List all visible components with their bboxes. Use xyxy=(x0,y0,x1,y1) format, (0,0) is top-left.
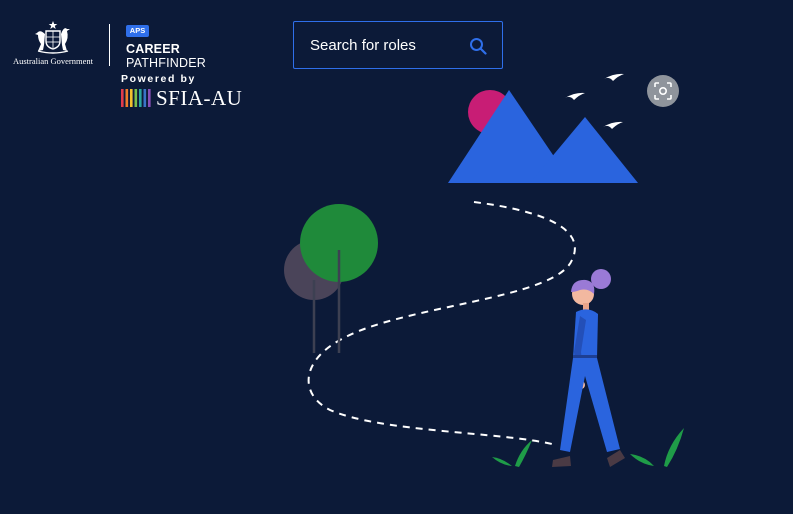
bird-icon xyxy=(603,121,623,129)
lens-scan-icon xyxy=(654,82,672,100)
bird-icon xyxy=(604,73,624,81)
grass-blade xyxy=(515,440,532,467)
grass-blade xyxy=(664,428,684,467)
bird-icon xyxy=(565,92,585,100)
walking-person xyxy=(552,269,625,467)
journey-illustration xyxy=(284,73,684,467)
lens-scan-button[interactable] xyxy=(647,75,679,107)
landing-page: Australian Government APS CAREER PATHFIN… xyxy=(0,0,793,514)
grass-blade xyxy=(492,457,512,466)
grass-blade xyxy=(630,454,654,466)
